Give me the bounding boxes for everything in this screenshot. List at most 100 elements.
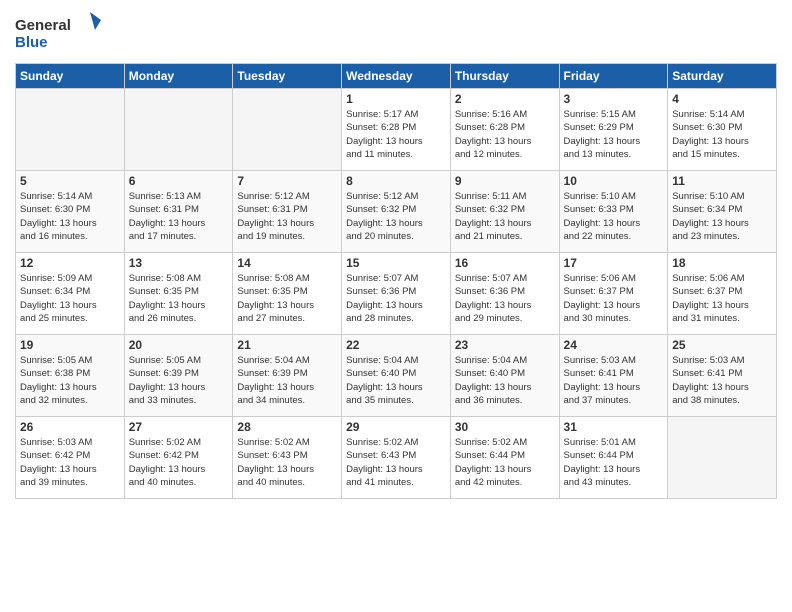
day-cell: 15Sunrise: 5:07 AM Sunset: 6:36 PM Dayli… [342, 253, 451, 335]
logo-svg: General Blue [15, 10, 105, 55]
day-cell: 22 Sunrise: 5:04 AM Sunset: 6:40 PM Dayli… [342, 335, 451, 417]
day-cell: 19Sunrise: 5:05 AM Sunset: 6:38 PM Dayli… [16, 335, 125, 417]
day-cell: 28 Sunrise: 5:02 AM Sunset: 6:43 PM Dayli… [233, 417, 342, 499]
day-info: Sunrise: 5:17 AM Sunset: 6:28 PM Dayligh… [346, 108, 446, 161]
day-cell: 8 Sunrise: 5:12 AM Sunset: 6:32 PM Daylig… [342, 171, 451, 253]
day-number: 24 [564, 338, 664, 352]
day-cell: 4 Sunrise: 5:14 AM Sunset: 6:30 PM Daylig… [668, 89, 777, 171]
day-cell [668, 417, 777, 499]
day-cell: 1 Sunrise: 5:17 AM Sunset: 6:28 PM Daylig… [342, 89, 451, 171]
day-number: 23 [455, 338, 555, 352]
day-cell: 3 Sunrise: 5:15 AM Sunset: 6:29 PM Daylig… [559, 89, 668, 171]
day-info: Sunrise: 5:02 AM Sunset: 6:44 PM Dayligh… [455, 436, 555, 489]
day-number: 11 [672, 174, 772, 188]
day-number: 22 [346, 338, 446, 352]
day-info: Sunrise: 5:03 AM Sunset: 6:41 PM Dayligh… [672, 354, 772, 407]
day-cell: 16 Sunrise: 5:07 AM Sunset: 6:36 PM Dayli… [450, 253, 559, 335]
day-cell: 9Sunrise: 5:11 AM Sunset: 6:32 PM Daylig… [450, 171, 559, 253]
day-number: 28 [237, 420, 337, 434]
day-cell [233, 89, 342, 171]
day-cell: 2 Sunrise: 5:16 AM Sunset: 6:28 PM Daylig… [450, 89, 559, 171]
week-row-2: 12 Sunrise: 5:09 AM Sunset: 6:34 PM Dayli… [16, 253, 777, 335]
day-info: Sunrise: 5:08 AM Sunset: 6:35 PM Dayligh… [129, 272, 229, 325]
day-number: 16 [455, 256, 555, 270]
day-number: 30 [455, 420, 555, 434]
day-info: Sunrise: 5:01 AM Sunset: 6:44 PM Dayligh… [564, 436, 664, 489]
calendar-page: General Blue SundayMondayTuesdayWednesda… [0, 0, 792, 509]
weekday-header-friday: Friday [559, 64, 668, 89]
week-row-1: 5 Sunrise: 5:14 AM Sunset: 6:30 PM Daylig… [16, 171, 777, 253]
day-cell: 23 Sunrise: 5:04 AM Sunset: 6:40 PM Dayli… [450, 335, 559, 417]
day-cell: 14Sunrise: 5:08 AM Sunset: 6:35 PM Dayli… [233, 253, 342, 335]
day-info: Sunrise: 5:12 AM Sunset: 6:32 PM Dayligh… [346, 190, 446, 243]
day-info: Sunrise: 5:07 AM Sunset: 6:36 PM Dayligh… [455, 272, 555, 325]
day-number: 31 [564, 420, 664, 434]
day-number: 25 [672, 338, 772, 352]
day-number: 26 [20, 420, 120, 434]
weekday-header-row: SundayMondayTuesdayWednesdayThursdayFrid… [16, 64, 777, 89]
day-cell: 12 Sunrise: 5:09 AM Sunset: 6:34 PM Dayli… [16, 253, 125, 335]
day-info: Sunrise: 5:14 AM Sunset: 6:30 PM Dayligh… [672, 108, 772, 161]
day-info: Sunrise: 5:11 AM Sunset: 6:32 PM Dayligh… [455, 190, 555, 243]
logo: General Blue [15, 10, 105, 55]
day-info: Sunrise: 5:03 AM Sunset: 6:41 PM Dayligh… [564, 354, 664, 407]
day-cell: 6 Sunrise: 5:13 AM Sunset: 6:31 PM Daylig… [124, 171, 233, 253]
day-cell [124, 89, 233, 171]
day-info: Sunrise: 5:10 AM Sunset: 6:33 PM Dayligh… [564, 190, 664, 243]
day-info: Sunrise: 5:02 AM Sunset: 6:43 PM Dayligh… [346, 436, 446, 489]
day-cell: 20Sunrise: 5:05 AM Sunset: 6:39 PM Dayli… [124, 335, 233, 417]
day-cell: 27 Sunrise: 5:02 AM Sunset: 6:42 PM Dayli… [124, 417, 233, 499]
day-cell: 5 Sunrise: 5:14 AM Sunset: 6:30 PM Daylig… [16, 171, 125, 253]
day-cell: 26 Sunrise: 5:03 AM Sunset: 6:42 PM Dayli… [16, 417, 125, 499]
day-number: 21 [237, 338, 337, 352]
day-number: 13 [129, 256, 229, 270]
day-number: 5 [20, 174, 120, 188]
day-info: Sunrise: 5:02 AM Sunset: 6:42 PM Dayligh… [129, 436, 229, 489]
day-cell: 13 Sunrise: 5:08 AM Sunset: 6:35 PM Dayli… [124, 253, 233, 335]
svg-text:Blue: Blue [15, 34, 48, 51]
day-number: 8 [346, 174, 446, 188]
day-cell: 31 Sunrise: 5:01 AM Sunset: 6:44 PM Dayli… [559, 417, 668, 499]
day-number: 10 [564, 174, 664, 188]
day-number: 6 [129, 174, 229, 188]
day-cell: 29 Sunrise: 5:02 AM Sunset: 6:43 PM Dayli… [342, 417, 451, 499]
weekday-header-tuesday: Tuesday [233, 64, 342, 89]
day-info: Sunrise: 5:14 AM Sunset: 6:30 PM Dayligh… [20, 190, 120, 243]
day-info: Sunrise: 5:04 AM Sunset: 6:40 PM Dayligh… [346, 354, 446, 407]
day-number: 29 [346, 420, 446, 434]
day-cell: 17 Sunrise: 5:06 AM Sunset: 6:37 PM Dayli… [559, 253, 668, 335]
day-info: Sunrise: 5:02 AM Sunset: 6:43 PM Dayligh… [237, 436, 337, 489]
weekday-header-monday: Monday [124, 64, 233, 89]
day-info: Sunrise: 5:12 AM Sunset: 6:31 PM Dayligh… [237, 190, 337, 243]
day-cell: 18Sunrise: 5:06 AM Sunset: 6:37 PM Dayli… [668, 253, 777, 335]
day-cell: 21 Sunrise: 5:04 AM Sunset: 6:39 PM Dayli… [233, 335, 342, 417]
day-info: Sunrise: 5:05 AM Sunset: 6:39 PM Dayligh… [129, 354, 229, 407]
day-cell: 24 Sunrise: 5:03 AM Sunset: 6:41 PM Dayli… [559, 335, 668, 417]
week-row-4: 26 Sunrise: 5:03 AM Sunset: 6:42 PM Dayli… [16, 417, 777, 499]
day-info: Sunrise: 5:15 AM Sunset: 6:29 PM Dayligh… [564, 108, 664, 161]
day-info: Sunrise: 5:09 AM Sunset: 6:34 PM Dayligh… [20, 272, 120, 325]
weekday-header-saturday: Saturday [668, 64, 777, 89]
day-number: 12 [20, 256, 120, 270]
day-info: Sunrise: 5:06 AM Sunset: 6:37 PM Dayligh… [564, 272, 664, 325]
day-info: Sunrise: 5:08 AM Sunset: 6:35 PM Dayligh… [237, 272, 337, 325]
day-cell: 25 Sunrise: 5:03 AM Sunset: 6:41 PM Dayli… [668, 335, 777, 417]
day-info: Sunrise: 5:13 AM Sunset: 6:31 PM Dayligh… [129, 190, 229, 243]
weekday-header-wednesday: Wednesday [342, 64, 451, 89]
day-info: Sunrise: 5:10 AM Sunset: 6:34 PM Dayligh… [672, 190, 772, 243]
day-number: 2 [455, 92, 555, 106]
day-info: Sunrise: 5:03 AM Sunset: 6:42 PM Dayligh… [20, 436, 120, 489]
day-number: 17 [564, 256, 664, 270]
day-info: Sunrise: 5:04 AM Sunset: 6:40 PM Dayligh… [455, 354, 555, 407]
day-number: 3 [564, 92, 664, 106]
calendar-table: SundayMondayTuesdayWednesdayThursdayFrid… [15, 63, 777, 499]
day-number: 15 [346, 256, 446, 270]
day-number: 1 [346, 92, 446, 106]
week-row-3: 19Sunrise: 5:05 AM Sunset: 6:38 PM Dayli… [16, 335, 777, 417]
day-info: Sunrise: 5:16 AM Sunset: 6:28 PM Dayligh… [455, 108, 555, 161]
day-info: Sunrise: 5:04 AM Sunset: 6:39 PM Dayligh… [237, 354, 337, 407]
day-number: 4 [672, 92, 772, 106]
weekday-header-thursday: Thursday [450, 64, 559, 89]
header: General Blue [15, 10, 777, 55]
day-number: 27 [129, 420, 229, 434]
